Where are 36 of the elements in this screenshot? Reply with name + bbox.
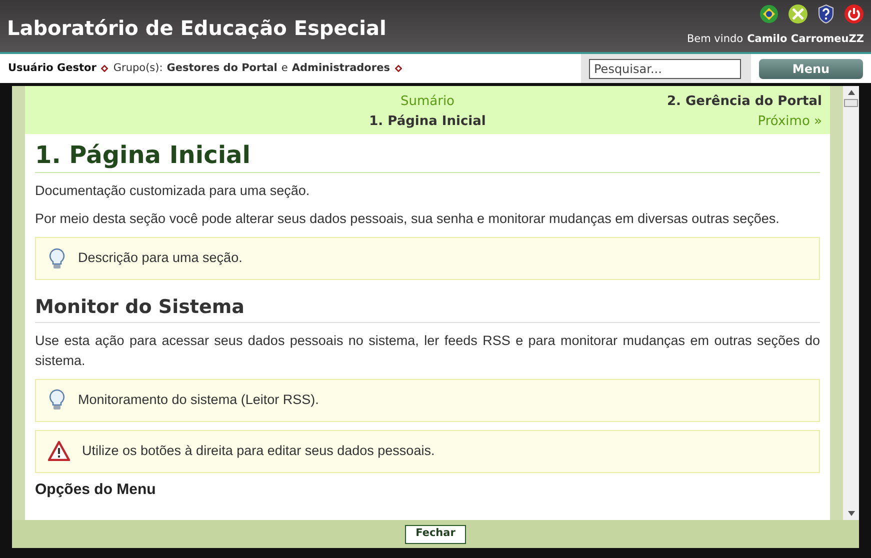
groups-label: Grupo(s): — [113, 60, 163, 76]
lightbulb-icon — [48, 389, 66, 412]
close-button[interactable]: Fechar — [404, 524, 466, 544]
user-role: Usuário Gestor — [8, 60, 96, 76]
subsection-heading: Opções do Menu — [35, 480, 157, 500]
page-heading: 1. Página Inicial — [35, 140, 820, 173]
paragraph: Por meio desta seção você pode alterar seus dados pessoais, sua senha e monitorar mudanças em diversas outras seções. — [35, 210, 780, 228]
paragraph: Use esta ação para acessar seus dados pessoais no sistema, ler feeds RSS e para monitorar mudanças em outras seções do sistema. — [35, 332, 820, 370]
menu-button[interactable]: Menu — [759, 58, 863, 78]
section-heading: Monitor do Sistema — [35, 296, 820, 323]
current-section: 1. Página Inicial — [369, 112, 486, 131]
scroll-thumb[interactable] — [844, 99, 858, 107]
paragraph: Documentação customizada para uma seção. — [35, 182, 311, 200]
joiner-text: e — [281, 60, 288, 76]
group-name: Gestores do Portal — [166, 60, 278, 76]
user-name: Camilo CarromeuZZ — [747, 32, 864, 48]
next-link[interactable]: Próximo » — [758, 112, 822, 131]
note-text: Utilize os botões à direita para editar seus dados pessoais. — [82, 442, 435, 460]
welcome-label: Bem vindo — [686, 32, 744, 48]
group-name: Administradores — [292, 60, 390, 76]
note-text: Monitoramento do sistema (Leitor RSS). — [78, 391, 319, 410]
help-shield-icon[interactable] — [817, 4, 835, 24]
diamond-icon — [101, 65, 108, 72]
note-text: Descrição para uma seção. — [78, 249, 242, 268]
scroll-up-icon[interactable] — [848, 90, 854, 95]
summary-link[interactable]: Sumário — [400, 92, 455, 112]
scrollbar[interactable] — [843, 86, 859, 520]
scroll-down-icon[interactable] — [848, 511, 854, 516]
next-section-title: 2. Gerência do Portal — [666, 93, 822, 111]
search-field[interactable]: Pesquisar... — [589, 58, 741, 78]
power-icon[interactable] — [844, 4, 864, 24]
brazil-flag-icon[interactable] — [759, 4, 779, 24]
warning-icon — [48, 441, 70, 462]
lightbulb-icon — [48, 248, 66, 270]
diamond-icon — [394, 65, 402, 72]
site-title: Laboratório de Educação Especial — [7, 15, 386, 42]
